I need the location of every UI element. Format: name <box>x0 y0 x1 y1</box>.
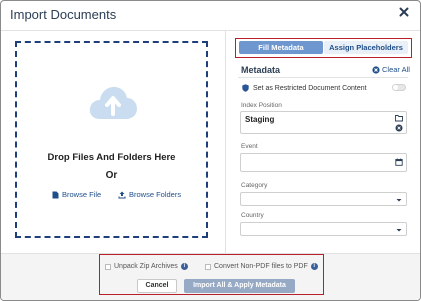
convert-pdf-option[interactable]: Convert Non-PDF files to PDF i <box>205 263 318 270</box>
dialog-title: Import Documents <box>10 7 117 22</box>
tab-group: Fill Metadata Assign Placeholders <box>235 38 412 58</box>
chevron-down-icon <box>396 229 402 232</box>
metadata-heading: Metadata <box>241 65 281 75</box>
index-position-value: Staging <box>245 115 275 124</box>
metadata-separator <box>238 77 408 78</box>
dialog-header: Import Documents <box>1 1 420 31</box>
file-icon <box>52 191 59 198</box>
convert-pdf-checkbox[interactable] <box>205 263 211 270</box>
cancel-button[interactable]: Cancel <box>137 279 177 293</box>
index-position-label: Index Position <box>241 102 282 109</box>
close-icon[interactable] <box>399 7 409 17</box>
restricted-content-row: Set as Restricted Document Content <box>242 84 367 92</box>
clear-all-label: Clear All <box>382 65 410 74</box>
drop-files-text: Drop Files And Folders Here <box>47 152 176 163</box>
event-date-field[interactable] <box>240 153 407 172</box>
info-icon[interactable]: i <box>310 263 318 270</box>
index-position-field[interactable]: Staging <box>240 111 407 134</box>
folder-icon[interactable] <box>395 114 403 122</box>
calendar-icon[interactable] <box>395 158 403 166</box>
category-label: Category <box>241 182 268 189</box>
browse-file-link[interactable]: Browse File <box>52 190 101 199</box>
import-all-button[interactable]: Import All & Apply Metadata <box>184 279 295 293</box>
unpack-zip-checkbox[interactable] <box>105 263 111 270</box>
info-icon[interactable]: i <box>180 263 188 270</box>
clear-all-button[interactable]: Clear All <box>372 65 410 74</box>
event-label: Event <box>241 143 258 150</box>
or-text: Or <box>105 170 118 181</box>
restricted-toggle[interactable] <box>392 84 406 91</box>
clear-field-icon[interactable] <box>395 124 403 132</box>
clear-circle-icon <box>372 65 380 74</box>
country-label: Country <box>241 212 264 219</box>
cloud-upload-icon <box>89 87 137 119</box>
chevron-down-icon <box>396 199 402 202</box>
shield-icon <box>242 84 249 92</box>
unpack-zip-option[interactable]: Unpack Zip Archives i <box>105 263 188 270</box>
restricted-label: Set as Restricted Document Content <box>253 84 367 92</box>
browse-file-label: Browse File <box>62 190 102 199</box>
upload-icon <box>118 191 126 198</box>
file-dropzone[interactable]: Drop Files And Folders Here Or Browse Fi… <box>15 41 208 238</box>
import-documents-dialog: Import Documents Drop Files And Folders … <box>0 0 421 301</box>
tab-fill-metadata[interactable]: Fill Metadata <box>239 41 323 54</box>
unpack-zip-label: Unpack Zip Archives <box>114 263 178 270</box>
panel-divider <box>225 31 226 253</box>
country-select[interactable] <box>240 222 407 236</box>
tab-assign-placeholders[interactable]: Assign Placeholders <box>324 41 408 54</box>
convert-pdf-label: Convert Non-PDF files to PDF <box>214 263 308 270</box>
browse-folders-label: Browse Folders <box>129 190 182 199</box>
browse-folders-link[interactable]: Browse Folders <box>118 190 181 199</box>
toggle-knob <box>393 85 398 90</box>
category-select[interactable] <box>240 192 407 206</box>
